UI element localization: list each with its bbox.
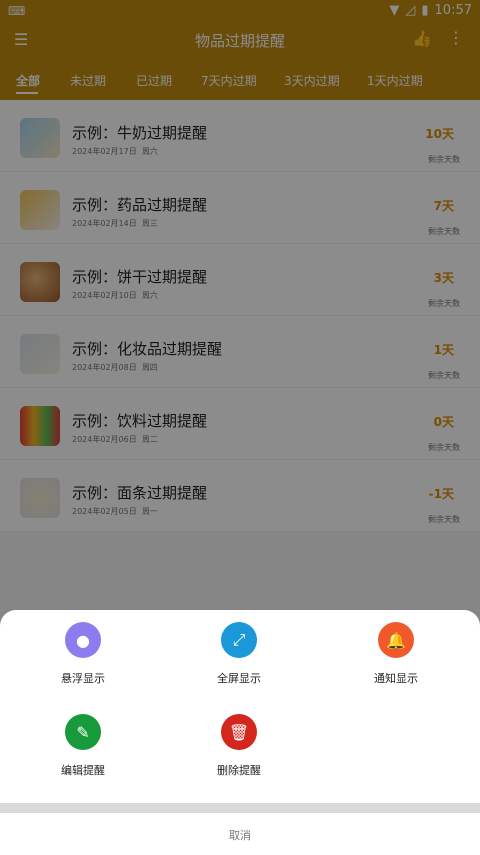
notification-display-label: 通知显示 (374, 672, 418, 685)
delete-reminder-label: 删除提醒 (217, 764, 261, 777)
delete-reminder-button[interactable]: 🗑 删除提醒 (179, 714, 299, 778)
edit-reminder-button[interactable]: ✎ 编辑提醒 (23, 714, 143, 778)
fullscreen-display-label: 全屏显示 (217, 672, 261, 685)
fullscreen-icon: ⤢ (221, 622, 257, 658)
float-icon: ● (65, 622, 101, 658)
float-display-label: 悬浮显示 (61, 672, 105, 685)
bell-icon: 🔔 (378, 622, 414, 658)
edit-reminder-label: 编辑提醒 (61, 764, 105, 777)
fullscreen-display-button[interactable]: ⤢ 全屏显示 (179, 622, 299, 686)
float-display-button[interactable]: ● 悬浮显示 (23, 622, 143, 686)
notification-display-button[interactable]: 🔔 通知显示 (336, 622, 456, 686)
edit-icon: ✎ (65, 714, 101, 750)
sheet-divider (0, 803, 480, 813)
cancel-button[interactable]: 取消 (0, 813, 480, 855)
trash-icon: 🗑 (221, 714, 257, 750)
